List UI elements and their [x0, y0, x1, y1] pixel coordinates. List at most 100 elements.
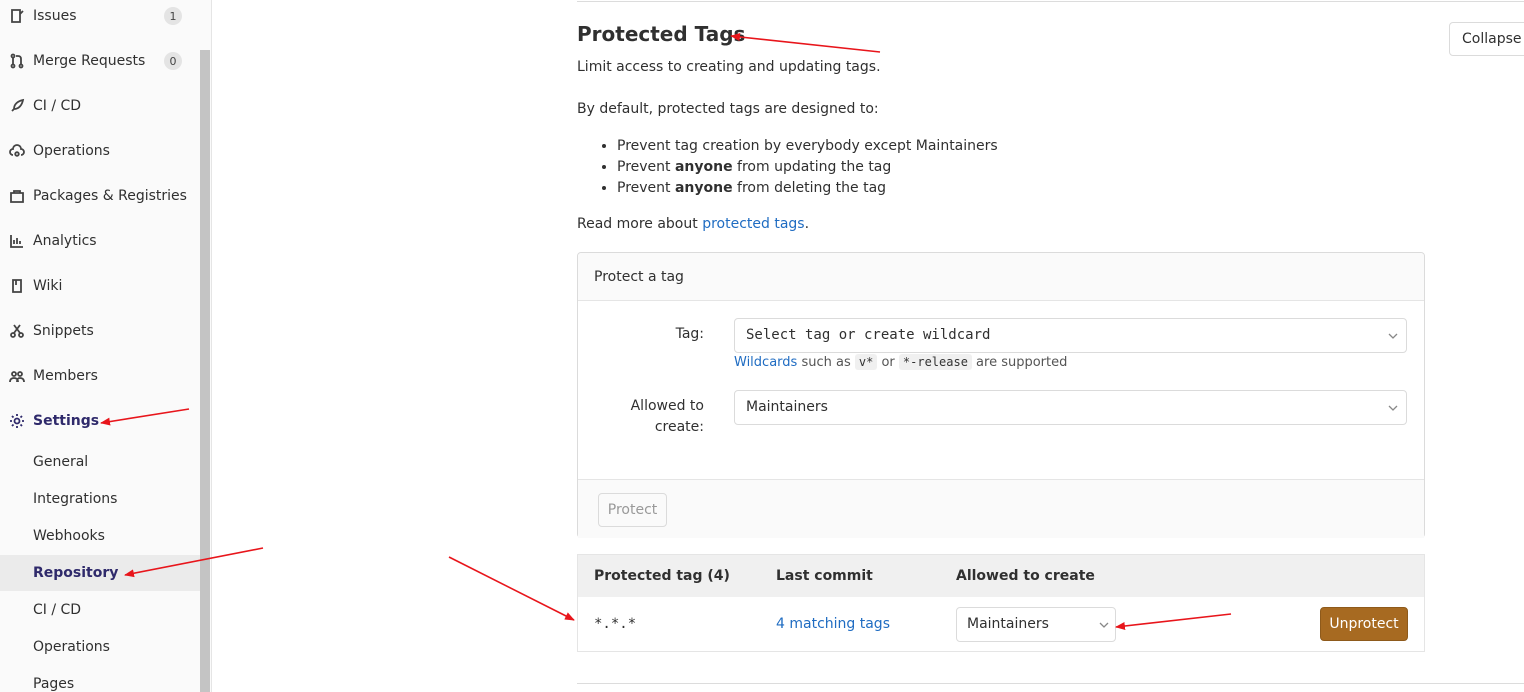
sidebar-subitem-label: Integrations	[33, 491, 118, 507]
row-allowed-select[interactable]: Maintainers	[956, 607, 1116, 642]
tag-label: Tag:	[675, 326, 704, 342]
scissors-icon	[8, 322, 26, 340]
sidebar-subitem-label: Repository	[33, 565, 119, 581]
sidebar-scrollbar[interactable]	[200, 50, 210, 692]
sidebar-item-label: Snippets	[33, 323, 94, 339]
sidebar-item-label: Members	[33, 368, 98, 384]
sidebar-item-label: Packages & Registries	[33, 188, 187, 204]
sidebar-subitem-integrations[interactable]: Integrations	[0, 481, 200, 517]
rules-list: Prevent tag creation by everybody except…	[617, 137, 998, 200]
protected-tags-link[interactable]: protected tags	[702, 216, 804, 232]
users-icon	[8, 367, 26, 385]
sidebar: Issues 1 Merge Requests 0 CI / CD Operat…	[0, 0, 212, 692]
chart-icon	[8, 232, 26, 250]
sidebar-subitem-general[interactable]: General	[0, 444, 200, 480]
arrow-to-title	[730, 32, 881, 53]
bullet-emphasis: anyone	[674, 159, 733, 175]
sidebar-item-label: CI / CD	[33, 98, 82, 114]
divider	[577, 1, 1524, 2]
card-footer: Protect	[578, 479, 1424, 538]
divider	[577, 683, 1524, 684]
book-icon	[8, 277, 26, 295]
sidebar-subitem-operations[interactable]: Operations	[0, 629, 200, 665]
sidebar-subitem-label: Pages	[33, 676, 75, 692]
sidebar-subitem-webhooks[interactable]: Webhooks	[0, 518, 200, 554]
sidebar-item-members[interactable]: Members	[0, 356, 200, 396]
bullet-text: from updating the tag	[732, 159, 892, 175]
list-item: Prevent anyone from updating the tag	[617, 158, 998, 179]
sidebar-item-issues[interactable]: Issues 1	[0, 0, 200, 36]
section-subtitle: Limit access to creating and updating ta…	[577, 59, 881, 75]
sidebar-item-packages[interactable]: Packages & Registries	[0, 176, 200, 216]
code-example: v*	[854, 354, 878, 370]
tag-select[interactable]: Select tag or create wildcard	[734, 318, 1407, 353]
sidebar-item-label: Issues	[33, 8, 77, 24]
sidebar-item-label: Operations	[33, 143, 110, 159]
bullet-text: Prevent	[617, 180, 675, 196]
merge-request-icon	[8, 52, 26, 70]
sidebar-item-ci-cd[interactable]: CI / CD	[0, 86, 200, 126]
rocket-icon	[8, 97, 26, 115]
page-title: Protected Tags	[577, 22, 746, 46]
matching-tags-link[interactable]: 4 matching tags	[776, 616, 890, 632]
count-badge: 1	[164, 7, 182, 25]
intro-text: By default, protected tags are designed …	[577, 101, 879, 117]
sidebar-subitem-label: Operations	[33, 639, 110, 655]
allowed-label-line1: Allowed to	[630, 398, 704, 414]
list-item: Prevent tag creation by everybody except…	[617, 137, 998, 158]
column-header: Last commit	[776, 568, 873, 584]
code-example: *-release	[898, 354, 972, 370]
allowed-label-line2: create:	[654, 419, 704, 435]
sidebar-item-settings[interactable]: Settings	[0, 401, 200, 441]
sidebar-subitem-ci-cd[interactable]: CI / CD	[0, 592, 200, 628]
bullet-text: from deleting the tag	[732, 180, 887, 196]
column-header: Allowed to create	[956, 568, 1095, 584]
table-header: Protected tag (4) Last commit Allowed to…	[578, 555, 1424, 597]
sidebar-item-wiki[interactable]: Wiki	[0, 266, 200, 306]
sidebar-item-merge-requests[interactable]: Merge Requests 0	[0, 41, 200, 81]
read-more: Read more about protected tags.	[577, 216, 809, 232]
list-item: Prevent anyone from deleting the tag	[617, 179, 998, 200]
sidebar-subitem-label: CI / CD	[33, 602, 82, 618]
collapse-button[interactable]: Collapse	[1449, 22, 1524, 56]
sidebar-item-label: Wiki	[33, 278, 63, 294]
tag-select-placeholder: Select tag or create wildcard	[746, 327, 991, 343]
arrow-to-tag	[448, 556, 575, 621]
sidebar-subitem-pages[interactable]: Pages	[0, 666, 200, 692]
sidebar-subitem-repository[interactable]: Repository	[0, 555, 200, 591]
tag-name: *.*.*	[594, 616, 637, 632]
bullet-emphasis: anyone	[674, 180, 733, 196]
card-header: Protect a tag	[578, 253, 1424, 301]
sidebar-subitem-label: Webhooks	[33, 528, 105, 544]
chevron-down-icon	[1099, 622, 1109, 628]
sidebar-item-analytics[interactable]: Analytics	[0, 221, 200, 261]
sidebar-item-operations[interactable]: Operations	[0, 131, 200, 171]
helper-text: are supported	[971, 355, 1068, 370]
wildcard-helper: Wildcards such as v* or *-release are su…	[734, 354, 1068, 370]
read-more-text: Read more about	[577, 216, 703, 232]
allowed-select-value: Maintainers	[746, 399, 828, 415]
column-header: Protected tag (4)	[594, 568, 730, 584]
protect-button[interactable]: Protect	[598, 493, 667, 527]
row-allowed-value: Maintainers	[967, 616, 1049, 632]
unprotect-button[interactable]: Unprotect	[1320, 607, 1408, 641]
gear-icon	[8, 412, 26, 430]
chevron-down-icon	[1388, 405, 1398, 411]
protect-tag-card: Protect a tag Tag: Select tag or create …	[577, 252, 1425, 538]
chevron-down-icon	[1388, 333, 1398, 339]
allowed-to-create-select[interactable]: Maintainers	[734, 390, 1407, 425]
package-icon	[8, 187, 26, 205]
sidebar-item-label: Merge Requests	[33, 53, 146, 69]
bullet-text: Prevent	[617, 159, 675, 175]
sidebar-subitem-label: General	[33, 454, 89, 470]
wildcards-link[interactable]: Wildcards	[734, 355, 797, 370]
read-more-punct: .	[804, 216, 810, 232]
issues-icon	[8, 7, 26, 25]
sidebar-item-snippets[interactable]: Snippets	[0, 311, 200, 351]
cloud-gear-icon	[8, 142, 26, 160]
count-badge: 0	[164, 52, 182, 70]
sidebar-item-label: Settings	[33, 413, 100, 429]
protected-tags-table: Protected tag (4) Last commit Allowed to…	[577, 554, 1425, 652]
helper-text: or	[877, 355, 899, 370]
helper-text: such as	[797, 355, 855, 370]
